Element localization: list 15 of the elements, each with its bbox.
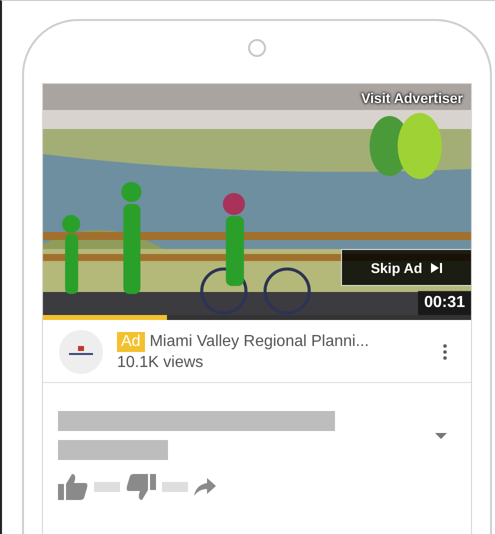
more-options-icon[interactable] bbox=[443, 344, 447, 360]
ad-title: Miami Valley Regional Planni... bbox=[150, 333, 369, 351]
thumbs-down-icon[interactable] bbox=[126, 474, 156, 500]
placeholder-bar bbox=[94, 482, 120, 492]
placeholder-bar bbox=[162, 482, 188, 492]
view-count: 10.1K views bbox=[117, 354, 204, 372]
camera-icon bbox=[248, 39, 266, 57]
share-icon[interactable] bbox=[194, 478, 216, 496]
video-duration: 00:31 bbox=[418, 291, 471, 315]
ad-badge: Ad bbox=[117, 332, 145, 352]
skip-next-icon bbox=[430, 262, 442, 274]
caret-icon[interactable] bbox=[435, 432, 447, 438]
channel-logo-icon bbox=[59, 330, 103, 374]
skip-ad-button[interactable]: Skip Ad bbox=[341, 249, 471, 286]
thumbs-up-icon[interactable] bbox=[58, 474, 88, 500]
